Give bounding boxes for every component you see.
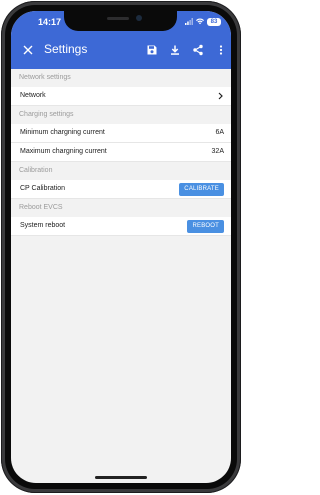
phone-screen: 14:17 83 Settings Network settings Netwo… [11, 11, 231, 483]
settings-list: Network settings Network Charging settin… [11, 69, 231, 236]
system-reboot-row: System reboot REBOOT [11, 217, 231, 236]
min-current-label: Minimum chargning current [20, 129, 105, 136]
download-icon[interactable] [168, 43, 182, 57]
notch [64, 11, 177, 31]
section-header-network: Network settings [11, 69, 231, 87]
wifi-icon [196, 18, 204, 25]
max-current-value: 32A [211, 148, 224, 155]
camera-dot [136, 15, 142, 21]
share-icon[interactable] [191, 43, 205, 57]
cp-calibration-label: CP Calibration [20, 185, 66, 192]
section-header-charging: Charging settings [11, 106, 231, 124]
system-reboot-label: System reboot [20, 222, 66, 229]
status-icons: 83 [185, 17, 221, 26]
app-bar: 14:17 83 Settings [11, 11, 231, 69]
reboot-button[interactable]: REBOOT [187, 219, 224, 233]
max-current-label: Maximum chargning current [20, 148, 107, 155]
network-label: Network [20, 92, 46, 99]
section-header-calibration: Calibration [11, 162, 231, 180]
speaker-grille [107, 17, 129, 20]
min-current-row[interactable]: Minimum chargning current 6A [11, 124, 231, 143]
chevron-right-icon [218, 92, 223, 100]
signal-icon [185, 18, 193, 25]
section-header-reboot: Reboot EVCS [11, 199, 231, 217]
status-time: 14:17 [38, 17, 62, 27]
min-current-value: 6A [215, 129, 224, 136]
save-icon[interactable] [145, 43, 159, 57]
network-row[interactable]: Network [11, 87, 231, 106]
calibrate-button[interactable]: CALIBRATE [179, 182, 224, 196]
home-indicator[interactable] [95, 476, 147, 479]
toolbar: Settings [11, 33, 231, 69]
close-icon[interactable] [21, 43, 35, 57]
battery-icon: 83 [207, 17, 221, 26]
cp-calibration-row: CP Calibration CALIBRATE [11, 180, 231, 199]
page-title: Settings [44, 42, 88, 56]
max-current-row[interactable]: Maximum chargning current 32A [11, 143, 231, 162]
more-vert-icon[interactable] [214, 43, 228, 57]
phone-bezel: 14:17 83 Settings Network settings Netwo… [5, 5, 237, 489]
phone-frame: 14:17 83 Settings Network settings Netwo… [1, 1, 241, 493]
